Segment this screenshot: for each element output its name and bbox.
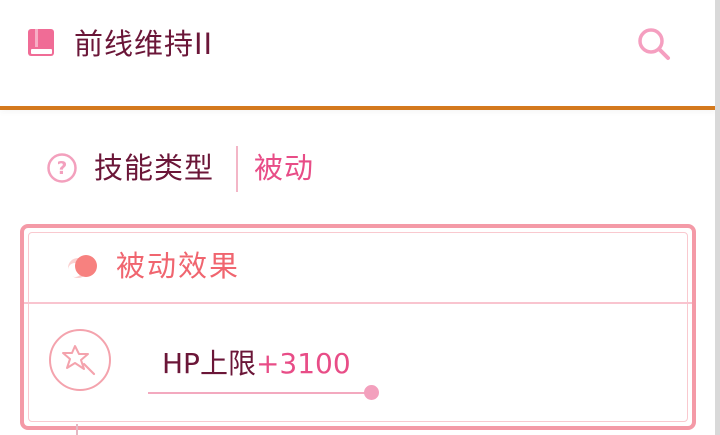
stat-value: +3100 bbox=[255, 347, 351, 380]
stat-name: HP上限 bbox=[162, 347, 256, 380]
passive-effect-icon bbox=[68, 255, 97, 278]
passive-effect-card: 被动效果 HP上限+3100 bbox=[20, 224, 696, 430]
divider bbox=[236, 146, 238, 192]
page-title: 前线维持II bbox=[74, 27, 214, 61]
svg-text:?: ? bbox=[57, 158, 67, 179]
timeline-tick bbox=[76, 424, 78, 435]
stat-underline-dot bbox=[364, 385, 379, 400]
scrollbar-track[interactable] bbox=[715, 0, 720, 435]
card-title: 被动效果 bbox=[116, 249, 241, 283]
skill-type-value: 被动 bbox=[254, 151, 315, 185]
skill-type-label: 技能类型 bbox=[94, 151, 215, 185]
card-header: 被动效果 bbox=[24, 228, 692, 304]
help-circle-icon[interactable]: ? bbox=[46, 152, 78, 184]
book-icon bbox=[28, 29, 54, 56]
stat-row: HP上限+3100 bbox=[162, 344, 351, 384]
stat-underline bbox=[148, 392, 370, 394]
search-icon[interactable] bbox=[636, 26, 672, 62]
star-wand-icon bbox=[49, 329, 111, 391]
app-header: 前线维持II bbox=[0, 0, 716, 110]
